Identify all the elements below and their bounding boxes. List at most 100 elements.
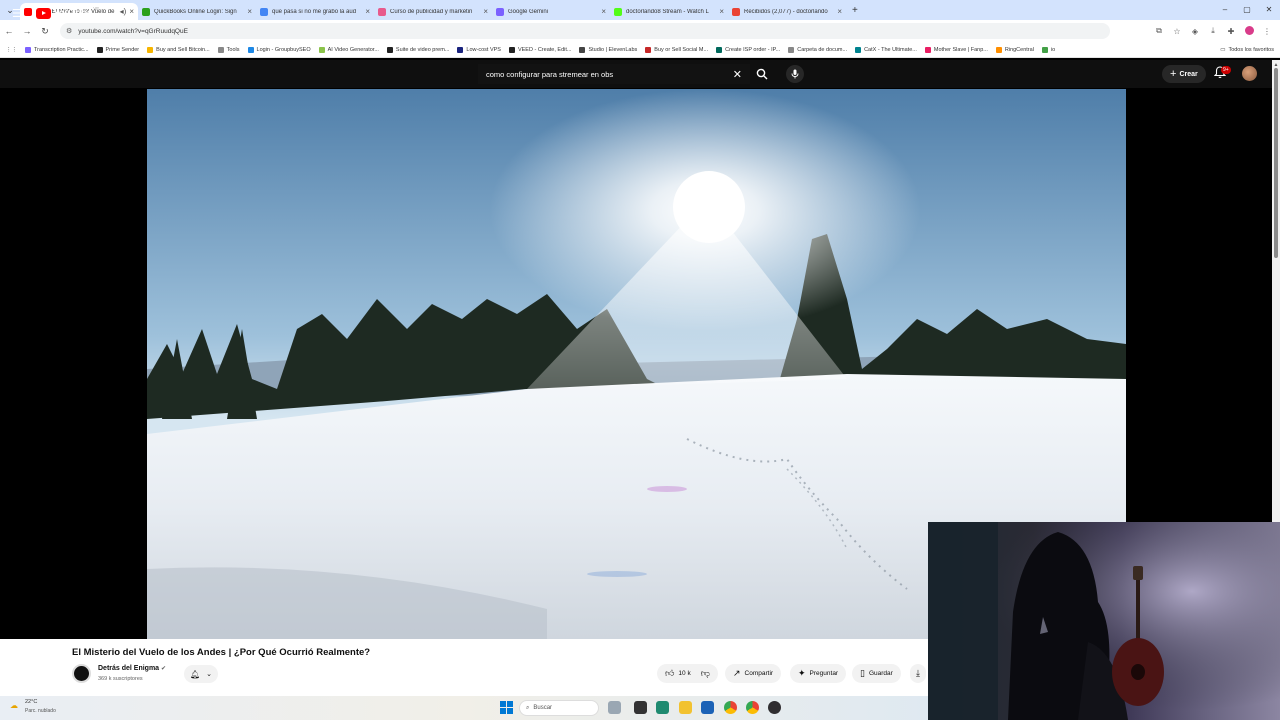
bookmark-item[interactable]: VEED - Create, Edit... xyxy=(508,46,571,53)
close-tab-icon[interactable]: × xyxy=(719,7,724,16)
address-bar[interactable]: ⚙ youtube.com/watch?v=qGrRuudqQuE xyxy=(60,23,1110,39)
close-window-icon[interactable]: ✕ xyxy=(1258,0,1280,20)
search-button[interactable] xyxy=(752,64,772,84)
bookmark-folder[interactable]: Tools xyxy=(217,46,240,53)
weather-description[interactable]: Parc. nublado xyxy=(25,708,56,714)
channel-name-text: Detrás del Enigma xyxy=(98,665,160,672)
bookmark-star-icon[interactable]: ☆ xyxy=(1168,27,1186,36)
ask-button[interactable]: ✦ Preguntar xyxy=(790,664,847,683)
scrollbar-thumb[interactable] xyxy=(1274,68,1278,258)
gmail-favicon-icon xyxy=(732,7,740,16)
bookmark-item[interactable]: Suite de video prem... xyxy=(386,46,449,53)
bookmark-item[interactable]: Transcription Practic... xyxy=(25,46,89,53)
store-app-icon[interactable] xyxy=(701,701,714,714)
account-avatar[interactable] xyxy=(1242,66,1257,81)
create-button[interactable]: + Crear xyxy=(1162,65,1206,83)
download-button[interactable]: ⤓ xyxy=(910,664,926,683)
share-icon: ↗ xyxy=(733,668,741,678)
reload-icon[interactable]: ↻ xyxy=(36,26,54,37)
apps-grid-icon[interactable]: ⋮⋮ xyxy=(6,47,17,53)
profile-avatar[interactable] xyxy=(1240,25,1258,37)
microphone-icon xyxy=(791,69,799,79)
weather-cloud-icon[interactable]: ☁ xyxy=(10,701,18,710)
back-icon[interactable]: ← xyxy=(0,26,18,36)
extension-icon[interactable]: ◈ xyxy=(1186,27,1204,36)
chrome-profile-app-icon[interactable] xyxy=(746,701,759,714)
browser-tab[interactable]: que pasa si no me grabo la aud × xyxy=(256,3,374,20)
tab-title: QuickBooks Online Login: Sign xyxy=(154,8,237,15)
close-tab-icon[interactable]: × xyxy=(601,7,606,16)
bookmark-item[interactable]: RingCentral xyxy=(995,46,1034,53)
obs-app-icon[interactable] xyxy=(768,701,781,714)
bookmark-icon: ▯ xyxy=(860,668,865,678)
search-input[interactable] xyxy=(486,69,726,79)
bookmark-item[interactable]: Studio | ElevenLabs xyxy=(579,46,637,53)
audio-icon[interactable]: ◂) xyxy=(120,7,127,16)
maximize-icon[interactable]: ▢ xyxy=(1236,0,1258,20)
channel-avatar[interactable] xyxy=(72,664,91,683)
copilot-app-icon[interactable] xyxy=(608,701,621,714)
bookmark-item[interactable]: Prime Sender xyxy=(96,46,139,53)
bookmark-item[interactable]: AI Video Generator... xyxy=(318,46,379,53)
webcam-overlay xyxy=(928,522,1280,720)
browser-tab[interactable]: Curso de publicidad y marketin × xyxy=(374,3,492,20)
bookmark-folder[interactable]: Carpeta de docum... xyxy=(788,46,848,53)
bookmark-item[interactable]: Mother Slave | Fanp... xyxy=(924,46,988,53)
new-tab-icon[interactable]: + xyxy=(852,5,858,16)
file-explorer-icon[interactable] xyxy=(679,701,692,714)
forward-icon[interactable]: → xyxy=(18,26,36,36)
bookmark-item[interactable]: io xyxy=(1041,46,1055,53)
hamburger-menu-icon[interactable]: ☰ xyxy=(12,8,24,20)
task-view-icon[interactable] xyxy=(634,701,647,714)
voice-search-button[interactable] xyxy=(786,65,804,83)
close-tab-icon[interactable]: × xyxy=(365,7,370,16)
browser-tab[interactable]: Recibidos (2,077) - doctorlando × xyxy=(728,3,846,20)
site-info-icon[interactable]: ⚙ xyxy=(66,27,72,35)
like-button[interactable]: 👍︎ 10 k 👎︎ xyxy=(657,664,718,683)
bookmark-item[interactable]: Buy and Sell Bitcoin... xyxy=(147,46,210,53)
channel-name[interactable]: Detrás del Enigma ✔ xyxy=(98,665,166,672)
tab-title: doctorlando8 Stream - Watch L xyxy=(626,8,709,15)
browser-tab[interactable]: QuickBooks Online Login: Sign × xyxy=(138,3,256,20)
taskbar-search[interactable]: ⌕ Buscar xyxy=(519,700,599,716)
country-code: VE xyxy=(93,6,100,11)
bookmark-label: Tools xyxy=(226,46,240,53)
chrome-app-icon[interactable] xyxy=(724,701,737,714)
tab-title: Recibidos (2,077) - doctorlando xyxy=(744,8,828,15)
bookmark-label: CatX - The Ultimate... xyxy=(864,46,917,53)
save-button[interactable]: ▯ Guardar xyxy=(852,664,901,683)
thumbs-down-icon[interactable]: 👎︎ xyxy=(701,668,710,679)
bookmark-icon xyxy=(96,46,103,53)
menu-dots-icon[interactable]: ⋮ xyxy=(1258,27,1276,36)
close-tab-icon[interactable]: × xyxy=(483,7,488,16)
download-icon[interactable]: ⤓ xyxy=(1204,26,1222,36)
bookmark-item[interactable]: Buy or Sell Social M... xyxy=(645,46,708,53)
browser-tab[interactable]: Google Gemini × xyxy=(492,3,610,20)
start-button[interactable] xyxy=(500,701,514,715)
subscription-notifications-button[interactable]: 🔔︎ ⌄ xyxy=(184,665,219,683)
share-button[interactable]: ↗ Compartir xyxy=(725,664,782,683)
youtube-logo[interactable]: YouTube VE xyxy=(36,6,100,19)
close-tab-icon[interactable]: × xyxy=(837,7,842,16)
bookmark-item[interactable]: Low-cost VPS xyxy=(457,46,501,53)
puzzle-icon[interactable]: ✚ xyxy=(1222,27,1240,36)
clear-search-icon[interactable]: ✕ xyxy=(733,68,742,81)
weather-temperature[interactable]: 22°C xyxy=(25,699,37,705)
plus-icon: + xyxy=(1170,68,1177,80)
bookmark-icon xyxy=(645,46,652,53)
bookmark-icon xyxy=(924,46,931,53)
bookmark-item[interactable]: Create ISP order - IP... xyxy=(716,46,780,53)
close-tab-icon[interactable]: × xyxy=(247,7,252,16)
windows-logo-icon xyxy=(500,701,513,714)
install-icon[interactable]: ⧉ xyxy=(1150,26,1168,36)
download-icon: ⤓ xyxy=(916,668,920,678)
close-tab-icon[interactable]: × xyxy=(129,7,134,16)
taskbar-search-placeholder: Buscar xyxy=(533,705,553,711)
bookmark-label: Carpeta de docum... xyxy=(797,46,848,53)
bookmark-item[interactable]: CatX - The Ultimate... xyxy=(855,46,917,53)
edge-app-icon[interactable] xyxy=(656,701,669,714)
all-bookmarks-folder[interactable]: ▭ Todos los favoritos xyxy=(1214,42,1274,57)
bookmark-item[interactable]: Login - GroupbuySEO xyxy=(247,46,311,53)
browser-tab[interactable]: doctorlando8 Stream - Watch L × xyxy=(610,3,728,20)
minimize-icon[interactable]: – xyxy=(1214,0,1236,20)
